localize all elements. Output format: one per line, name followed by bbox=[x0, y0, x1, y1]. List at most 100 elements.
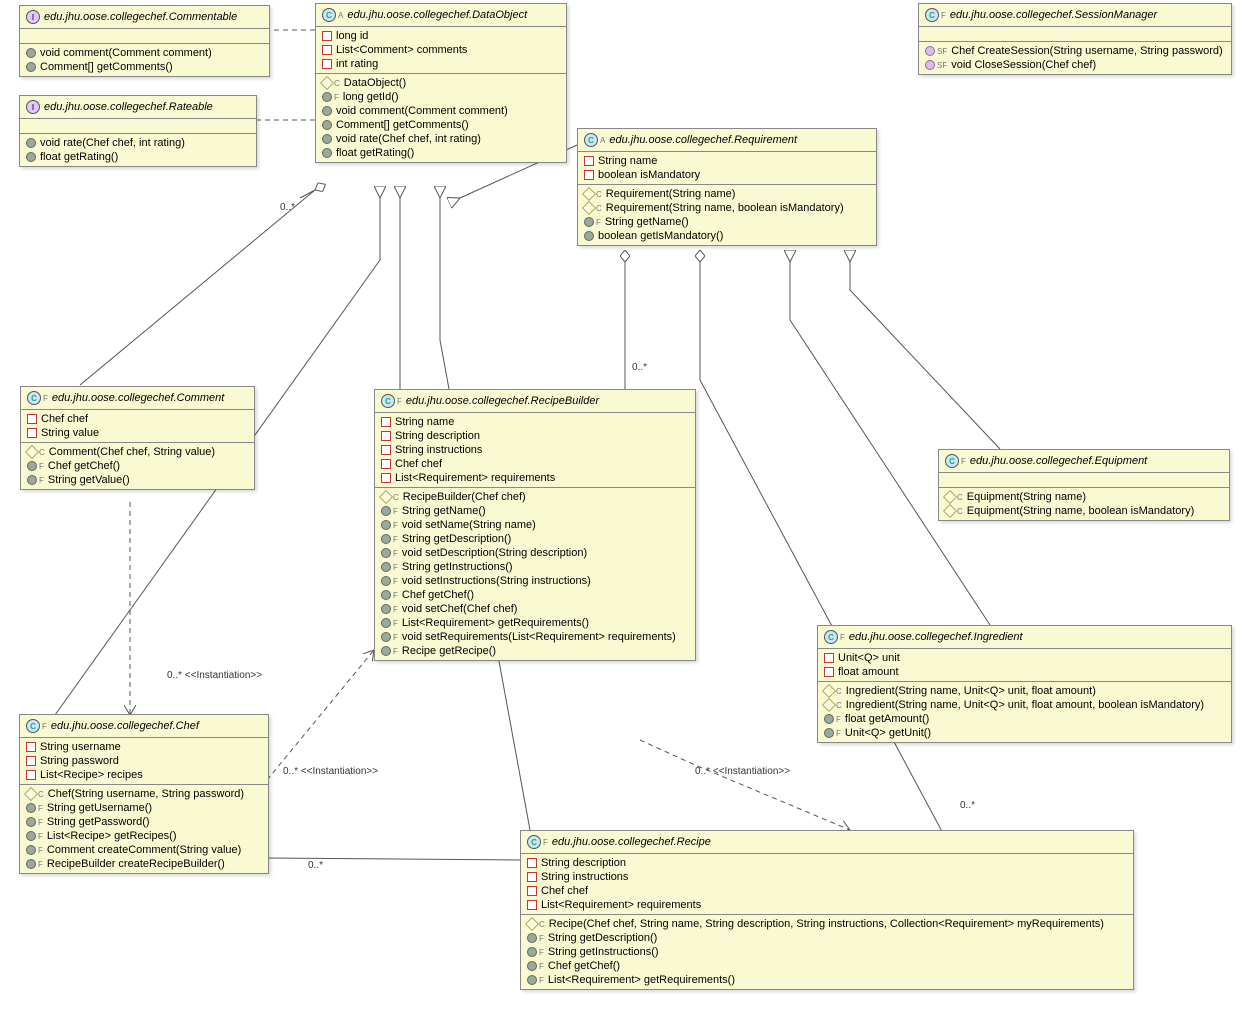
uml-class-sessionmanager[interactable]: CFedu.jhu.oose.collegechef.SessionManage… bbox=[918, 3, 1232, 75]
attribute-row: boolean isMandatory bbox=[578, 168, 876, 182]
visibility-icon bbox=[26, 152, 36, 162]
modifier-badge: F bbox=[393, 521, 398, 530]
interface-icon: I bbox=[26, 100, 40, 114]
visibility-icon bbox=[381, 417, 391, 427]
class-title: Iedu.jhu.oose.collegechef.Rateable bbox=[20, 96, 256, 119]
operation-row: CEquipment(String name, boolean isMandat… bbox=[939, 504, 1229, 518]
visibility-icon bbox=[26, 845, 36, 855]
operation-text: Chef getChef() bbox=[48, 460, 120, 472]
final-badge: F bbox=[961, 457, 966, 466]
attributes-section: String nameString descriptionString inst… bbox=[375, 413, 695, 488]
attribute-text: String instructions bbox=[541, 871, 628, 883]
modifier-badge: F bbox=[39, 462, 44, 471]
attribute-text: String description bbox=[541, 857, 626, 869]
class-title: CFedu.jhu.oose.collegechef.SessionManage… bbox=[919, 4, 1231, 27]
uml-class-chef[interactable]: CFedu.jhu.oose.collegechef.ChefString us… bbox=[19, 714, 269, 874]
visibility-icon bbox=[27, 428, 37, 438]
uml-class-dataobject[interactable]: CAedu.jhu.oose.collegechef.DataObjectlon… bbox=[315, 3, 567, 163]
operation-row: Comment[] getComments() bbox=[316, 118, 566, 132]
modifier-badge: F bbox=[393, 647, 398, 656]
operation-text: String getDescription() bbox=[402, 533, 511, 545]
visibility-icon bbox=[27, 414, 37, 424]
visibility-icon bbox=[822, 698, 836, 712]
attribute-text: List<Requirement> requirements bbox=[541, 899, 701, 911]
relationship-label: 0..* bbox=[280, 202, 295, 213]
visibility-icon bbox=[824, 667, 834, 677]
class-icon: C bbox=[527, 835, 541, 849]
operation-text: List<Requirement> getRequirements() bbox=[548, 974, 735, 986]
modifier-badge: F bbox=[393, 605, 398, 614]
uml-class-comment[interactable]: CFedu.jhu.oose.collegechef.CommentChef c… bbox=[20, 386, 255, 490]
visibility-icon bbox=[925, 46, 935, 56]
visibility-icon bbox=[25, 445, 39, 459]
attribute-row: String password bbox=[20, 754, 268, 768]
attribute-row: String value bbox=[21, 426, 254, 440]
visibility-icon bbox=[381, 548, 391, 558]
attribute-row: long id bbox=[316, 29, 566, 43]
visibility-icon bbox=[322, 120, 332, 130]
class-icon: C bbox=[824, 630, 838, 644]
operation-row: FChef getChef() bbox=[521, 959, 1133, 973]
class-icon: C bbox=[584, 133, 598, 147]
uml-connector bbox=[267, 650, 374, 780]
attribute-text: String name bbox=[395, 416, 454, 428]
uml-class-rateable[interactable]: Iedu.jhu.oose.collegechef.Rateablevoid r… bbox=[19, 95, 257, 167]
operations-section: SFChef CreateSession(String username, St… bbox=[919, 42, 1231, 74]
operation-row: FComment createComment(String value) bbox=[20, 843, 268, 857]
uml-connector bbox=[300, 190, 315, 198]
class-title: CFedu.jhu.oose.collegechef.Recipe bbox=[521, 831, 1133, 854]
operation-row: FChef getChef() bbox=[375, 588, 695, 602]
operations-section: CIngredient(String name, Unit<Q> unit, f… bbox=[818, 682, 1231, 742]
attribute-row: Chef chef bbox=[375, 457, 695, 471]
operation-text: Requirement(String name) bbox=[606, 188, 736, 200]
class-icon: C bbox=[945, 454, 959, 468]
attribute-text: String password bbox=[40, 755, 119, 767]
relationship-label: 0..* <<Instantiation>> bbox=[283, 766, 378, 777]
interface-icon: I bbox=[26, 10, 40, 24]
modifier-badge: F bbox=[393, 549, 398, 558]
operation-text: Equipment(String name, boolean isMandato… bbox=[967, 505, 1194, 517]
uml-class-ingredient[interactable]: CFedu.jhu.oose.collegechef.IngredientUni… bbox=[817, 625, 1232, 743]
operation-row: Fvoid setRequirements(List<Requirement> … bbox=[375, 630, 695, 644]
operation-row: FString getDescription() bbox=[521, 931, 1133, 945]
attribute-row: String name bbox=[578, 154, 876, 168]
uml-class-recipe[interactable]: CFedu.jhu.oose.collegechef.Recipe String … bbox=[520, 830, 1134, 990]
operation-row: FList<Recipe> getRecipes() bbox=[20, 829, 268, 843]
operation-text: void setRequirements(List<Requirement> r… bbox=[402, 631, 676, 643]
modifier-badge: F bbox=[393, 591, 398, 600]
attribute-text: String name bbox=[598, 155, 657, 167]
uml-class-recipebuilder[interactable]: CFedu.jhu.oose.collegechef.RecipeBuilder… bbox=[374, 389, 696, 661]
modifier-badge: C bbox=[957, 493, 963, 502]
class-title: CFedu.jhu.oose.collegechef.RecipeBuilder bbox=[375, 390, 695, 413]
modifier-badge: F bbox=[38, 860, 43, 869]
operation-row: Ffloat getAmount() bbox=[818, 712, 1231, 726]
attribute-text: List<Comment> comments bbox=[336, 44, 467, 56]
attribute-row: List<Comment> comments bbox=[316, 43, 566, 57]
uml-class-commentable[interactable]: Iedu.jhu.oose.collegechef.Commentablevoi… bbox=[19, 5, 270, 77]
attributes-section: String usernameString passwordList<Recip… bbox=[20, 738, 268, 785]
class-name: edu.jhu.oose.collegechef.DataObject bbox=[347, 9, 527, 21]
visibility-icon bbox=[26, 742, 36, 752]
class-name: edu.jhu.oose.collegechef.Rateable bbox=[44, 101, 213, 113]
final-badge: F bbox=[840, 633, 845, 642]
class-name: edu.jhu.oose.collegechef.Requirement bbox=[609, 134, 797, 146]
abstract-badge: A bbox=[600, 136, 605, 145]
operation-row: FUnit<Q> getUnit() bbox=[818, 726, 1231, 740]
uml-class-equipment[interactable]: CFedu.jhu.oose.collegechef.EquipmentCEqu… bbox=[938, 449, 1230, 521]
visibility-icon bbox=[322, 148, 332, 158]
operation-text: Ingredient(String name, Unit<Q> unit, fl… bbox=[846, 699, 1204, 711]
operation-text: Recipe(Chef chef, String name, String de… bbox=[549, 918, 1104, 930]
attribute-row: Chef chef bbox=[21, 412, 254, 426]
operation-text: String getName() bbox=[605, 216, 689, 228]
visibility-icon bbox=[943, 490, 957, 504]
operation-text: String getName() bbox=[402, 505, 486, 517]
operation-row: FList<Requirement> getRequirements() bbox=[375, 616, 695, 630]
modifier-badge: F bbox=[836, 729, 841, 738]
visibility-icon bbox=[381, 618, 391, 628]
uml-class-requirement[interactable]: CAedu.jhu.oose.collegechef.Requirement St… bbox=[577, 128, 877, 246]
modifier-badge: F bbox=[393, 633, 398, 642]
attribute-row: List<Requirement> requirements bbox=[375, 471, 695, 485]
operation-text: Comment[] getComments() bbox=[336, 119, 469, 131]
operations-section: CEquipment(String name)CEquipment(String… bbox=[939, 488, 1229, 520]
operation-text: String getValue() bbox=[48, 474, 130, 486]
